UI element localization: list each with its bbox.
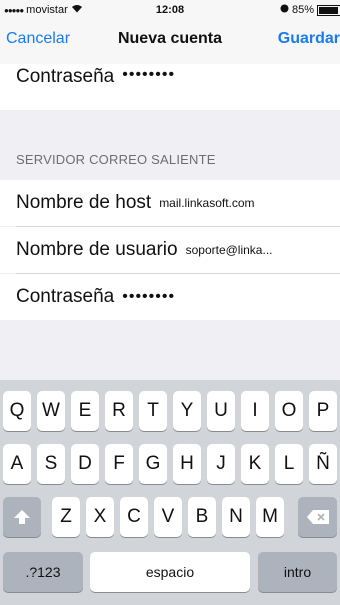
backspace-icon <box>306 510 329 524</box>
key-m[interactable]: M <box>256 497 284 537</box>
navigation-bar: Cancelar Nueva cuenta Guardar <box>0 20 340 64</box>
username-label: Nombre de usuario <box>16 239 178 260</box>
host-row[interactable]: Nombre de host mail.linkasoft.com <box>0 180 340 226</box>
key-u[interactable]: U <box>207 391 235 431</box>
username-value: soporte@linka... <box>185 243 273 257</box>
key-s[interactable]: S <box>37 444 65 484</box>
key-enye[interactable]: Ñ <box>309 444 337 484</box>
lock-rotation-icon <box>280 4 289 16</box>
battery-icon <box>317 4 340 16</box>
outgoing-password-value: •••••••• <box>122 288 176 305</box>
key-a[interactable]: A <box>3 444 31 484</box>
key-q[interactable]: Q <box>3 391 31 431</box>
key-d[interactable]: D <box>71 444 99 484</box>
key-o[interactable]: O <box>275 391 303 431</box>
save-button[interactable]: Guardar <box>278 30 340 48</box>
username-row[interactable]: Nombre de usuario soporte@linka... <box>0 227 340 273</box>
battery-info: 85% <box>280 4 340 16</box>
key-r[interactable]: R <box>105 391 133 431</box>
key-v[interactable]: V <box>154 497 182 537</box>
space-key[interactable]: espacio <box>90 552 250 592</box>
key-l[interactable]: L <box>275 444 303 484</box>
key-k[interactable]: K <box>241 444 269 484</box>
key-w[interactable]: W <box>37 391 65 431</box>
key-p[interactable]: P <box>309 391 337 431</box>
shift-arrow-icon <box>14 510 30 524</box>
numbers-key[interactable]: .?123 <box>3 552 83 592</box>
incoming-password-value: •••••••• <box>122 66 176 83</box>
key-y[interactable]: Y <box>173 391 201 431</box>
key-c[interactable]: C <box>120 497 148 537</box>
status-bar: ●●●●● movistar 12:08 85% <box>0 0 340 20</box>
key-i[interactable]: I <box>241 391 269 431</box>
key-g[interactable]: G <box>139 444 167 484</box>
outgoing-password-row[interactable]: Contraseña •••••••• <box>0 274 340 320</box>
section-header: SERVIDOR CORREO SALIENTE <box>16 152 216 167</box>
outgoing-password-label: Contraseña <box>16 286 115 307</box>
host-value: mail.linkasoft.com <box>159 196 255 210</box>
key-z[interactable]: Z <box>52 497 80 537</box>
key-e[interactable]: E <box>71 391 99 431</box>
key-f[interactable]: F <box>105 444 133 484</box>
shift-key[interactable] <box>3 497 41 537</box>
return-key[interactable]: intro <box>258 552 337 592</box>
keyboard: Q W E R T Y U I O P A S D F G H J K L Ñ … <box>0 380 340 605</box>
host-label: Nombre de host <box>16 192 152 213</box>
key-n[interactable]: N <box>222 497 250 537</box>
incoming-password-row[interactable]: Contraseña •••••••• <box>0 64 340 110</box>
key-h[interactable]: H <box>173 444 201 484</box>
key-j[interactable]: J <box>207 444 235 484</box>
key-b[interactable]: B <box>188 497 216 537</box>
key-t[interactable]: T <box>139 391 167 431</box>
delete-key[interactable] <box>298 497 337 537</box>
battery-percent: 85% <box>291 4 314 16</box>
incoming-password-label: Contraseña <box>16 66 115 87</box>
key-x[interactable]: X <box>86 497 114 537</box>
